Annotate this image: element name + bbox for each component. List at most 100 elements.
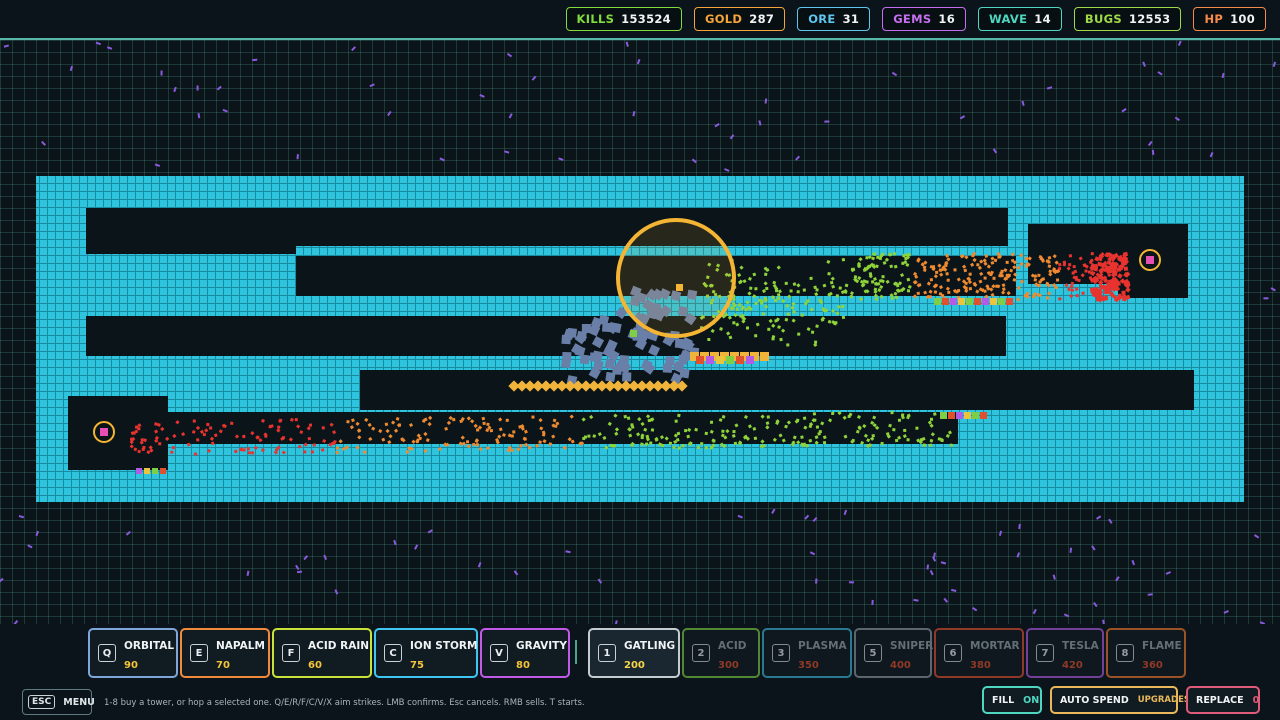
tower-small — [966, 298, 973, 305]
tower-card-sniper[interactable]: 5 SNIPER 400 — [854, 628, 933, 678]
bug — [955, 290, 959, 294]
bug — [733, 441, 738, 446]
card-name: ACID RAIN — [308, 640, 370, 652]
particle — [824, 120, 830, 123]
strike-card-napalm[interactable]: E NAPALM 70 — [180, 628, 270, 678]
menu-button[interactable]: ESC MENU — [22, 689, 95, 715]
game-field[interactable] — [0, 38, 1280, 626]
particle — [558, 157, 564, 161]
particle — [1253, 534, 1260, 539]
auto-spend-value: UPGRADES — [1137, 695, 1190, 705]
stat-value: 12553 — [1128, 12, 1171, 26]
tower-gatling — [611, 322, 622, 334]
replace-value: 0 — [1252, 694, 1260, 706]
bug — [294, 418, 298, 422]
bug — [674, 419, 678, 423]
tower-gatling — [567, 327, 578, 338]
particle — [387, 110, 392, 117]
bug — [880, 441, 884, 446]
bug — [1041, 277, 1046, 281]
bug — [1075, 294, 1079, 298]
bug — [851, 267, 855, 271]
bug — [903, 428, 907, 433]
bug — [984, 254, 989, 258]
particle — [565, 550, 571, 554]
bug — [868, 272, 873, 276]
particle — [1221, 72, 1225, 79]
particle — [636, 58, 641, 65]
game-board[interactable] — [0, 40, 1280, 624]
tower-card-gatling[interactable]: 1 GATLING 200 — [588, 628, 680, 678]
stat-value: 287 — [749, 12, 775, 26]
strike-card-gravity[interactable]: V GRAVITY 80 — [480, 628, 570, 678]
hotkey-badge: Q — [98, 644, 116, 662]
bug — [779, 337, 783, 342]
hotkey-badge: C — [384, 644, 402, 662]
bug — [737, 303, 742, 307]
bug — [753, 436, 758, 441]
particle — [804, 514, 810, 520]
auto-spend-button[interactable]: AUTO SPEND UPGRADES — [1050, 686, 1190, 714]
bug — [196, 438, 200, 442]
tower-gatling — [602, 322, 612, 333]
bug — [346, 420, 350, 424]
tower-card-tesla[interactable]: 7 TESLA 420 — [1026, 628, 1104, 678]
particle — [1272, 61, 1277, 68]
particle — [35, 530, 40, 537]
esc-key-hint: ESC — [28, 695, 56, 709]
bug — [809, 276, 813, 280]
bug — [704, 431, 708, 436]
auto-spend-label: AUTO SPEND — [1060, 694, 1129, 706]
hotkey-badge: 5 — [864, 644, 882, 662]
particle — [513, 570, 519, 576]
bug — [800, 313, 804, 317]
bug — [1033, 278, 1038, 282]
tower-small — [980, 412, 987, 419]
particle — [597, 578, 603, 584]
particle — [1151, 149, 1155, 155]
bug — [1084, 269, 1088, 273]
bug — [890, 411, 894, 415]
bug — [668, 441, 673, 445]
bug — [786, 343, 790, 347]
fill-toggle[interactable]: FILL ON — [982, 686, 1042, 714]
particle — [1223, 609, 1229, 614]
bug — [321, 426, 325, 430]
card-name: MORTAR — [970, 640, 1020, 652]
tower-small — [998, 298, 1005, 305]
tower-small — [942, 298, 949, 305]
tower-card-mortar[interactable]: 6 MORTAR 380 — [934, 628, 1024, 678]
particle — [891, 71, 898, 77]
strike-card-ion-storm[interactable]: C ION STORM 75 — [374, 628, 478, 678]
particle — [1147, 593, 1153, 596]
strike-card-orbital[interactable]: Q ORBITAL 90 — [88, 628, 178, 678]
particle — [508, 113, 513, 119]
bug — [467, 444, 471, 448]
resource-stats: KILLS 153524 GOLD 287 ORE 31 GEMS 16 WAVE 14 BUGS 1… — [565, 7, 1266, 31]
bug — [827, 272, 831, 276]
bug — [964, 286, 968, 290]
tower-card-acid[interactable]: 2 ACID 300 — [682, 628, 760, 678]
bug — [749, 307, 753, 311]
bug — [732, 321, 736, 325]
card-cost: 350 — [798, 660, 819, 671]
bug — [1016, 265, 1021, 270]
bug — [874, 282, 878, 286]
tower-gatling — [760, 352, 769, 361]
hotkey-badge: 1 — [598, 644, 616, 662]
bug — [489, 429, 493, 433]
bug — [835, 294, 839, 298]
replace-button[interactable]: REPLACE 0 — [1186, 686, 1260, 714]
particle — [1091, 545, 1096, 551]
bug — [202, 432, 207, 437]
strike-card-acid-rain[interactable]: F ACID RAIN 60 — [272, 628, 372, 678]
bug — [810, 330, 815, 334]
bug — [1000, 269, 1004, 273]
bug — [745, 300, 750, 304]
particle — [932, 556, 937, 562]
particle — [1018, 523, 1021, 530]
tower-card-plasma[interactable]: 3 PLASMA 350 — [762, 628, 852, 678]
tower-card-flame[interactable]: 8 FLAME 360 — [1106, 628, 1186, 678]
card-name: NAPALM — [216, 640, 265, 652]
tower-small — [706, 356, 714, 364]
